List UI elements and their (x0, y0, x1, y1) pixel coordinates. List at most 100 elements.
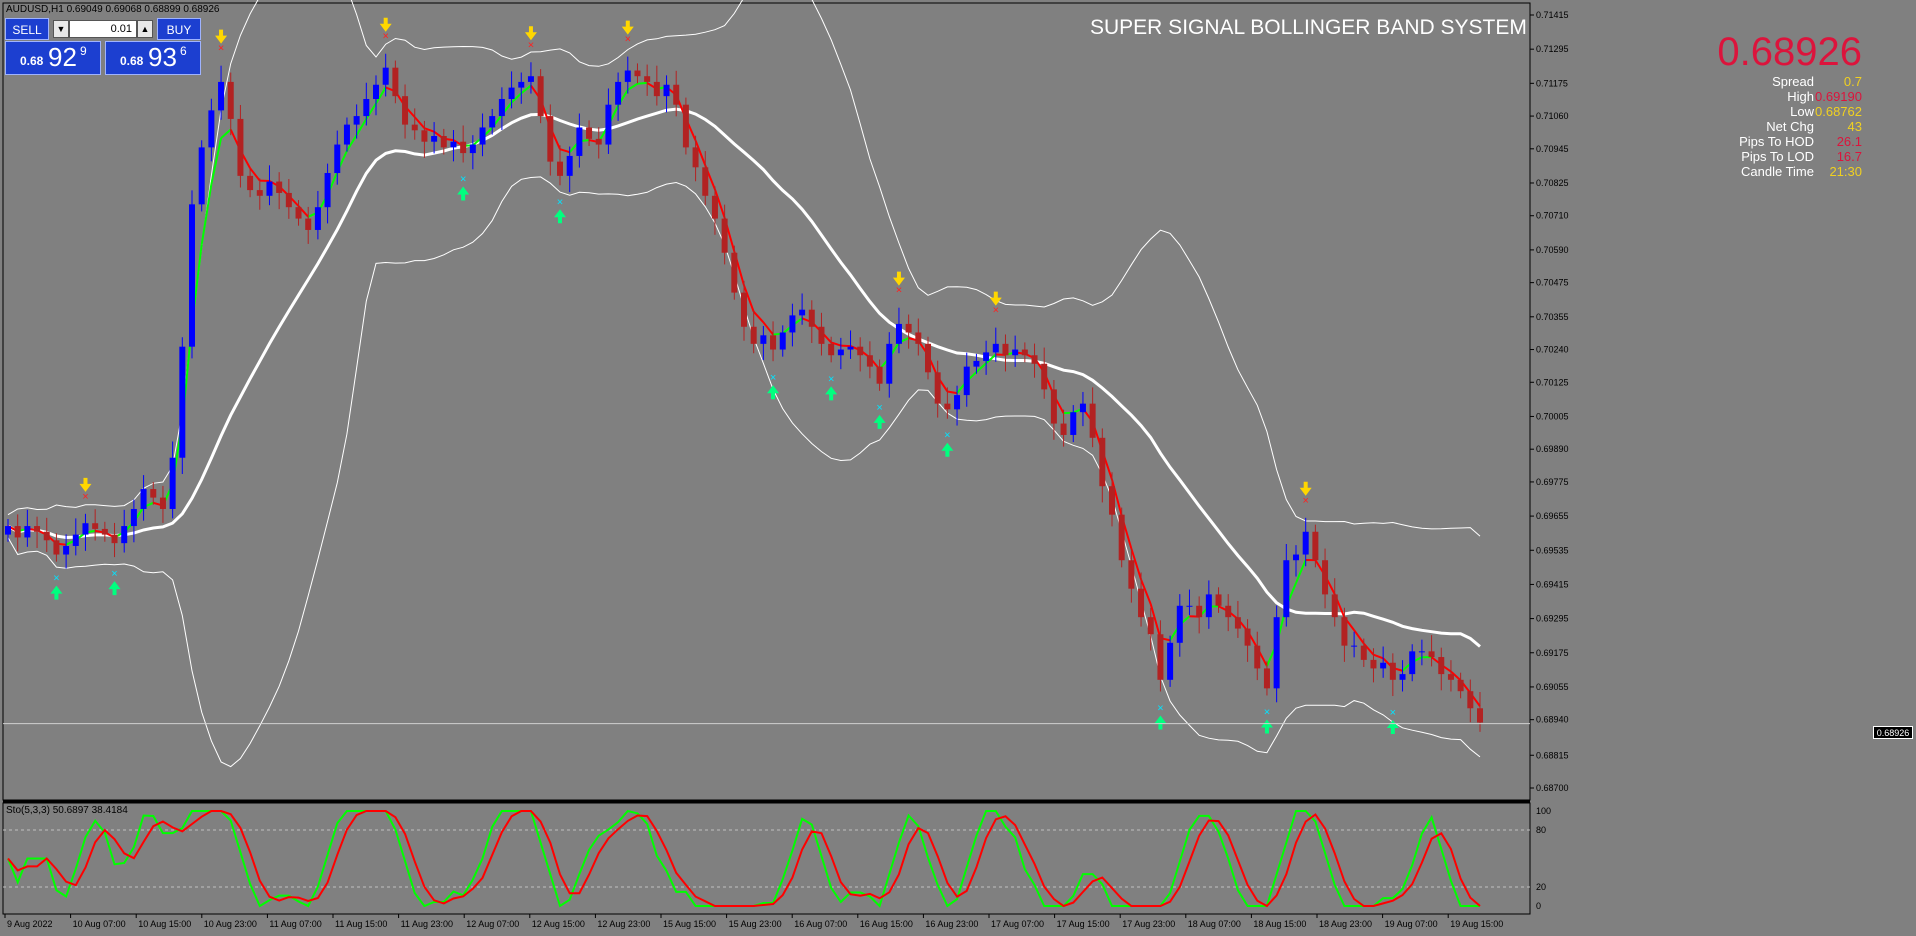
info-row-value: 0.7 (1843, 74, 1862, 89)
fast-line-segment (1295, 559, 1307, 584)
candle-body (1176, 605, 1183, 643)
info-row-value: 0.69190 (1815, 89, 1862, 104)
buy-cross-marker: × (944, 430, 950, 442)
price-axis-label: 0.70005 (1536, 411, 1569, 421)
price-axis-label: 0.70240 (1536, 345, 1569, 355)
price-axis-label: 0.69655 (1536, 511, 1569, 521)
fast-line-segment (1373, 653, 1384, 660)
candle-body (72, 534, 79, 546)
candle-body (276, 181, 283, 193)
candle-body (92, 523, 99, 529)
lot-size-input[interactable]: 0.01 (69, 20, 137, 38)
lot-decrease-button[interactable]: ▼ (53, 20, 69, 38)
time-axis-label: 11 Aug 15:00 (335, 919, 387, 929)
candle-body (876, 366, 883, 384)
candle-body (1254, 645, 1261, 669)
time-axis-label: 10 Aug 23:00 (204, 919, 257, 929)
sell-button[interactable]: SELL (5, 18, 49, 40)
candle-body (1002, 343, 1009, 356)
fast-line-segment (220, 128, 232, 139)
candle-body (305, 218, 312, 230)
candle-body (1021, 349, 1028, 356)
buy-arrow-icon (108, 581, 121, 596)
candle-body (547, 116, 554, 162)
candle-body (866, 355, 873, 367)
bid-price-prefix: 0.68 (20, 54, 44, 68)
candle-body (256, 190, 263, 196)
info-row-label: Low (1790, 104, 1814, 119)
sell-arrow-icon (989, 291, 1002, 306)
candle-body (421, 130, 428, 142)
info-row: High0.69190 (1717, 89, 1862, 104)
ask-price-button[interactable]: 0.68 93 6 (105, 41, 201, 75)
candle-body (1283, 560, 1290, 618)
candle-body (121, 526, 128, 544)
fast-line-segment (627, 82, 639, 91)
bid-price-fraction: 9 (80, 44, 87, 58)
sell-cross-marker: × (1302, 495, 1308, 507)
time-axis-label: 12 Aug 07:00 (466, 919, 519, 929)
sell-arrow-icon (621, 20, 634, 35)
bid-price-button[interactable]: 0.68 92 9 (5, 41, 101, 75)
candle-body (150, 489, 157, 498)
sell-arrow-icon (79, 477, 92, 492)
candle-body (159, 497, 166, 509)
candle-body (1147, 617, 1154, 635)
symbol-info: AUDUSD,H1 0.69049 0.69068 0.68899 0.6892… (6, 4, 220, 15)
candle-body (1370, 659, 1377, 669)
candle-body (1234, 617, 1241, 629)
candle-body (130, 508, 137, 527)
time-axis-label: 12 Aug 15:00 (532, 919, 585, 929)
buy-cross-marker: × (1390, 707, 1396, 719)
candle-body (1477, 708, 1483, 723)
time-axis-label: 10 Aug 15:00 (138, 919, 191, 929)
sell-cross-marker: × (218, 43, 224, 55)
info-row-label: Pips To HOD (1739, 134, 1814, 149)
candle-body (973, 360, 980, 367)
candle-body (140, 489, 147, 509)
candle-body (595, 138, 602, 145)
candle-body (1060, 423, 1067, 435)
candle-body (1128, 560, 1135, 589)
chart-canvas[interactable]: × × × × × × × × × × × × × × × × × × × 0.71415 0.71295 0.7117… (0, 0, 1916, 936)
candle-body (479, 127, 486, 145)
current-price-tag: 0.68926 (1873, 726, 1913, 739)
candle-body (353, 116, 360, 125)
candle-body (227, 81, 234, 119)
upper-bollinger-band (7, 0, 1481, 537)
info-row-value: 26.1 (1836, 134, 1862, 149)
candle-body (218, 81, 225, 111)
candle-body (179, 346, 186, 458)
buy-arrow-icon (941, 442, 954, 457)
candle-body (1263, 668, 1270, 689)
info-row: Spread 0.7 (1717, 74, 1862, 89)
price-axis-label: 0.71295 (1536, 44, 1569, 54)
time-axis-label: 17 Aug 07:00 (991, 919, 1044, 929)
lot-increase-button[interactable]: ▲ (137, 20, 153, 38)
candle-body (915, 332, 922, 344)
candle-body (963, 366, 970, 396)
candle-body (992, 343, 999, 353)
fast-line-segment (762, 321, 774, 336)
stochastic-pane[interactable] (2, 802, 1531, 915)
info-row-label: Spread (1772, 74, 1814, 89)
candle-body (247, 175, 254, 191)
candle-body (1138, 588, 1145, 618)
candle-body (208, 110, 215, 148)
candle-body (498, 98, 505, 117)
buy-button[interactable]: BUY (157, 18, 201, 40)
candle-body (673, 84, 680, 105)
candle-body (1225, 605, 1232, 618)
candle-body (169, 457, 176, 509)
candle-body (905, 323, 912, 333)
candle-body (925, 343, 931, 373)
candle-body (1031, 355, 1038, 364)
time-axis-label: 19 Aug 07:00 (1385, 919, 1438, 929)
main-chart-pane[interactable]: × × × × × × × × × × × × × × × × × × × (2, 0, 1531, 803)
fast-line-segment (637, 81, 648, 85)
candle-body (624, 70, 631, 82)
fast-line-segment (1353, 629, 1365, 645)
candle-body (1389, 662, 1396, 680)
candle-body (1118, 514, 1125, 561)
time-axis-label: 16 Aug 07:00 (794, 919, 847, 929)
